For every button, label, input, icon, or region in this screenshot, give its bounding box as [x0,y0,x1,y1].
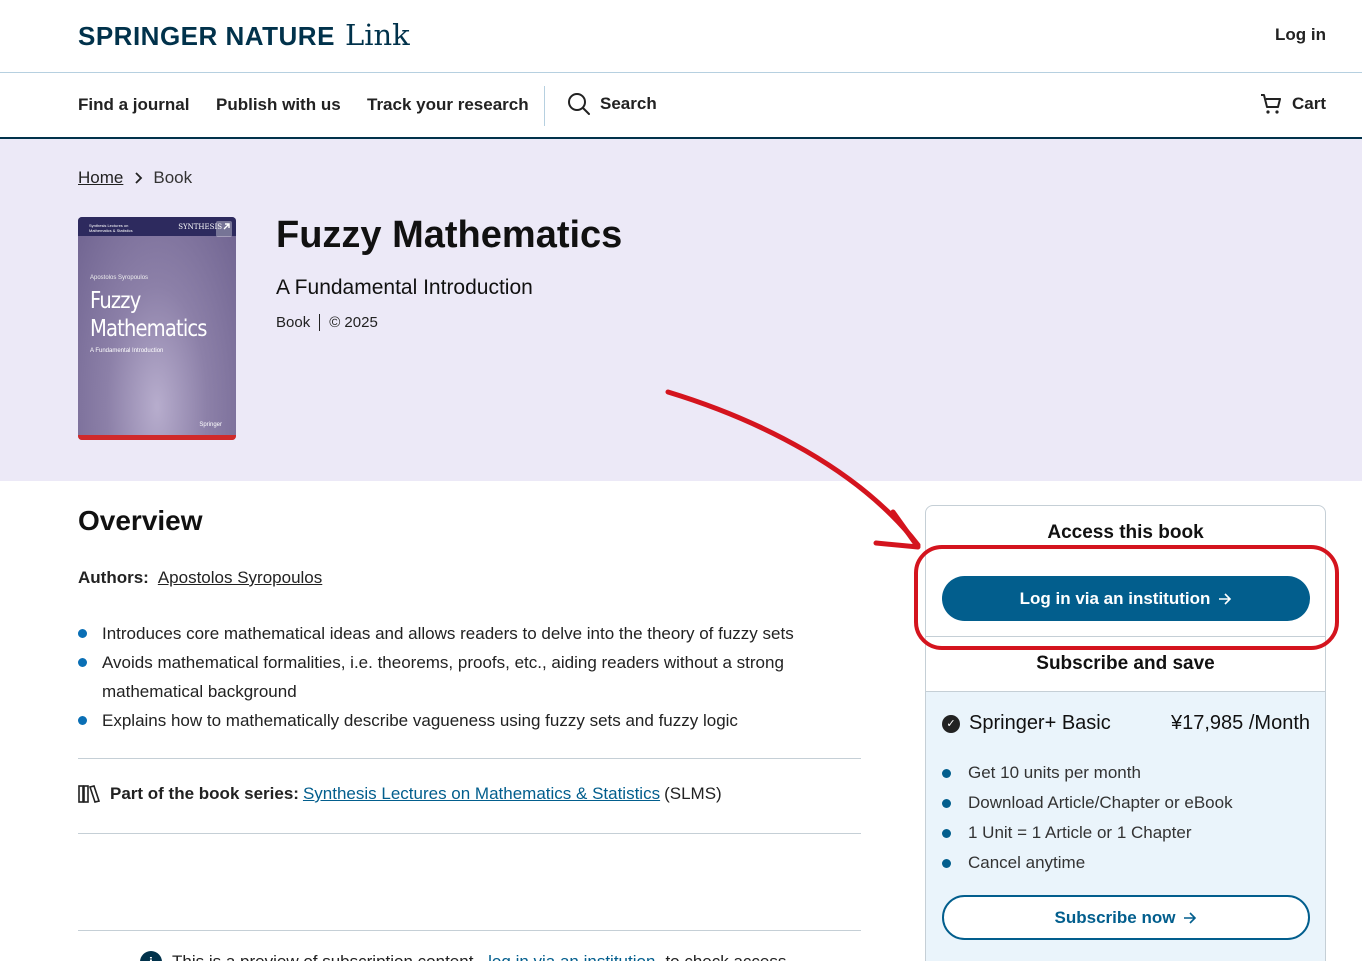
panel-divider [926,636,1325,637]
book-series-row: Part of the book series: Synthesis Lectu… [78,784,722,804]
subscribe-heading: Subscribe and save [1036,653,1215,674]
feature-list: Introduces core mathematical ideas and a… [78,619,838,735]
check-circle-icon: ✓ [942,714,960,733]
cover-series-text: Synthesis Lectures on Mathematics & Stat… [89,223,133,233]
cover-publisher: Springer [199,422,222,428]
subscribe-now-label: Subscribe now [1054,907,1176,927]
search-label: Search [600,94,657,113]
preview-notice: i This is a preview of subscription cont… [140,951,791,961]
cover-author: Apostolos Syropoulos [90,275,149,281]
logo-brand: SPRINGER NATURE [78,21,335,51]
preview-tail: to check access. [665,952,791,961]
cart-label: Cart [1291,94,1326,113]
cover-title: Fuzzy Mathematics [90,288,207,342]
divider [78,930,861,931]
series-abbr: (SLMS) [664,784,722,803]
list-item: Cancel anytime [942,848,1233,878]
overview-heading: Overview [78,505,203,536]
subscribe-now-button[interactable]: Subscribe now [942,895,1310,940]
book-type: Book [276,314,311,331]
books-icon [78,785,101,803]
divider [78,758,861,759]
login-institution-button[interactable]: Log in via an institution [942,576,1310,621]
arrow-right-icon [1219,592,1232,605]
cover-bottom-band [78,435,236,440]
breadcrumb-home[interactable]: Home [78,168,123,188]
cart-button[interactable]: Cart [1259,92,1326,116]
info-icon: i [140,951,162,961]
chevron-right-icon [135,172,143,184]
breadcrumb: Home Book [78,168,192,188]
series-link[interactable]: Synthesis Lectures on Mathematics & Stat… [303,784,660,804]
meta-divider [319,314,321,331]
plan-features: Get 10 units per month Download Article/… [942,758,1233,878]
annotation-arrowhead [873,509,921,550]
expand-icon[interactable] [216,221,232,237]
nav-track-research[interactable]: Track your research [367,95,529,115]
cart-icon [1260,94,1281,114]
nav-divider [544,86,545,126]
top-header: SPRINGER NATURE Link Log in [0,0,1362,73]
authors-label: Authors: [78,568,149,587]
main-nav: Find a journal Publish with us Track you… [0,73,1362,139]
nav-find-journal[interactable]: Find a journal [78,95,189,115]
list-item: Download Article/Chapter or eBook [942,788,1233,818]
page-title: Fuzzy Mathematics [276,214,623,256]
series-label: Part of the book series: [110,784,299,803]
book-hero: Home Book Synthesis Lectures on Mathemat… [0,139,1362,481]
springer-nature-link-logo[interactable]: SPRINGER NATURE Link [78,18,410,52]
subscription-plan: ✓ Springer+ Basic ¥17,985 /Month Get 10 … [926,691,1325,961]
login-link[interactable]: Log in [1275,25,1326,45]
search-icon [568,93,590,115]
plan-price: ¥17,985 /Month [1171,712,1310,734]
book-cover-image[interactable]: Synthesis Lectures on Mathematics & Stat… [78,217,236,440]
plan-name: Springer+ Basic [969,712,1111,734]
list-item: Introduces core mathematical ideas and a… [78,619,838,648]
arrow-right-icon [1184,911,1197,924]
book-meta: Book © 2025 [276,314,378,331]
authors-row: Authors: Apostolos Syropoulos [78,568,322,588]
preview-login-link[interactable]: log in via an institution [488,952,655,961]
plan-header: ✓ Springer+ Basic ¥17,985 /Month [942,712,1310,735]
list-item: Avoids mathematical formalities, i.e. th… [78,648,838,706]
logo-link-text: Link [344,18,410,52]
nav-publish-with-us[interactable]: Publish with us [216,95,341,115]
access-heading: Access this book [1047,522,1204,543]
list-item: 1 Unit = 1 Article or 1 Chapter [942,818,1233,848]
cover-subtitle: A Fundamental Introduction [90,348,164,354]
breadcrumb-current: Book [153,168,193,187]
author-link[interactable]: Apostolos Syropoulos [158,568,322,588]
divider [78,833,861,834]
list-item: Get 10 units per month [942,758,1233,788]
search-button[interactable]: Search [567,92,657,116]
book-year: © 2025 [329,314,378,331]
login-institution-label: Log in via an institution [1019,588,1211,608]
preview-text: This is a preview of subscription conten… [172,952,478,961]
book-subtitle: A Fundamental Introduction [276,276,533,299]
access-panel: Access this book Log in via an instituti… [925,505,1326,961]
list-item: Explains how to mathematically describe … [78,706,838,735]
